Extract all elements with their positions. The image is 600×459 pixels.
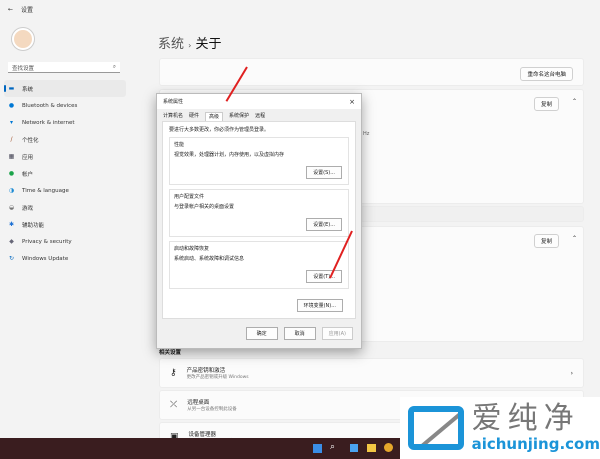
group-description: 系统启动、系统故障和调试信息: [174, 256, 245, 262]
sidebar-icon: ●: [8, 101, 15, 109]
breadcrumb: 系统 › 关于: [158, 33, 222, 52]
tab[interactable]: 高级: [205, 112, 224, 121]
related-item-subtitle: 更改产品密钥或升级 Windows: [186, 375, 249, 380]
group-title: 启动和故障恢复: [174, 246, 210, 252]
search-placeholder: 查找设置: [12, 66, 35, 72]
sidebar-item-label: Privacy & security: [22, 238, 72, 245]
breadcrumb-current: 关于: [195, 37, 222, 52]
sidebar-icon: ▦: [8, 152, 15, 160]
related-item-icon: ⤫: [170, 400, 178, 410]
sidebar-icon: ▬: [8, 84, 15, 92]
apply-button[interactable]: 应用(A): [321, 327, 353, 340]
widgets-icon[interactable]: [350, 444, 358, 452]
admin-note: 要进行大多数更改，你必须作为管理员登录。: [169, 127, 270, 133]
dialog-title: 系统属性: [163, 99, 184, 105]
group-title: 用户配置文件: [174, 194, 205, 200]
sidebar-icon: /: [10, 135, 13, 143]
related-item-title: 设备管理器: [188, 432, 217, 438]
sidebar-item[interactable]: ◒ 游戏: [4, 199, 126, 216]
window-title: 设置: [21, 6, 34, 14]
sidebar-item[interactable]: ● 帐户: [4, 165, 126, 182]
group-settings-button[interactable]: 设置(T)...: [306, 270, 342, 283]
sidebar-item-label: 帐户: [22, 171, 34, 178]
sidebar-item[interactable]: ↻ Windows Update: [4, 250, 126, 267]
start-icon[interactable]: [313, 444, 322, 453]
cancel-button[interactable]: 取消: [283, 327, 316, 340]
sidebar-icon: ◆: [9, 237, 14, 245]
sidebar-item[interactable]: / 个性化: [4, 131, 126, 148]
sidebar-item-label: 系统: [22, 86, 34, 93]
sidebar-item-label: 游戏: [22, 205, 34, 212]
tab[interactable]: 远程: [255, 112, 265, 121]
settings-group: 用户配置文件与登录帐户相关的桌面设置设置(E)...: [169, 189, 349, 237]
related-settings-heading: 相关设置: [159, 350, 182, 356]
back-icon[interactable]: ←: [8, 6, 13, 13]
group-title: 性能: [174, 142, 185, 148]
group-settings-button[interactable]: 设置(E)...: [306, 218, 342, 231]
sidebar-item-label: Time & language: [22, 187, 69, 194]
sidebar-icon: ↻: [8, 254, 15, 262]
sidebar-icon: ●: [8, 169, 15, 177]
chrome-icon[interactable]: [384, 443, 393, 452]
sidebar-item-label: 辅助功能: [22, 222, 45, 229]
watermark: 爱纯净 aichunjing.com: [400, 397, 600, 459]
sidebar-item[interactable]: ● Bluetooth & devices: [4, 97, 126, 114]
related-setting-item[interactable]: ⚷ 产品密钥和激活 更改产品密钥或升级 Windows ›: [159, 358, 584, 388]
title-bar: ← 设置: [0, 0, 600, 18]
sidebar-item[interactable]: ◑ Time & language: [4, 182, 126, 199]
sidebar-item[interactable]: ▬ 系统: [4, 80, 126, 97]
breadcrumb-parent[interactable]: 系统: [158, 37, 184, 52]
sidebar-icon: ✱: [8, 220, 15, 228]
group-settings-button[interactable]: 设置(S)...: [306, 166, 342, 179]
device-name-card: 重命名这台电脑: [159, 58, 584, 86]
copy-button[interactable]: 复制: [533, 97, 559, 111]
sidebar-item-label: 个性化: [22, 137, 39, 144]
file-explorer-icon[interactable]: [367, 444, 376, 452]
ok-button[interactable]: 确定: [245, 327, 278, 340]
group-description: 与登录帐户相关的桌面设置: [174, 204, 235, 210]
breadcrumb-separator: ›: [188, 41, 192, 50]
settings-group: 性能视觉效果，处理器计划，内存使用，以及虚拟内存设置(S)...: [169, 137, 349, 185]
tab[interactable]: 系统保护: [229, 112, 249, 121]
sidebar-item[interactable]: ◆ Privacy & security: [4, 233, 126, 250]
close-icon[interactable]: ×: [349, 98, 355, 106]
sidebar-item[interactable]: ✱ 辅助功能: [4, 216, 126, 233]
group-description: 视觉效果，处理器计划，内存使用，以及虚拟内存: [174, 152, 285, 158]
related-item-icon: ⚷: [170, 368, 177, 378]
environment-variables-button[interactable]: 环境变量(N)...: [296, 299, 343, 312]
spec-text: Hz: [363, 131, 370, 137]
system-properties-dialog: 系统属性 × 计算机名 硬件 高级 系统保护 远程 要进行大多数更改，你必须作为管理员登…: [156, 93, 362, 349]
related-item-title: 产品密钥和激活: [186, 368, 226, 374]
sidebar-icon: ◒: [8, 203, 15, 211]
sidebar-icon: ▾: [9, 118, 13, 126]
chevron-up-icon[interactable]: ⌃: [572, 235, 577, 242]
watermark-brand: 爱纯净: [471, 401, 580, 436]
tab[interactable]: 计算机名: [163, 112, 183, 121]
sidebar-item-label: Bluetooth & devices: [22, 102, 78, 109]
related-item-subtitle: 从另一台设备控制此设备: [187, 407, 237, 412]
related-item-title: 远程桌面: [187, 400, 210, 406]
watermark-url: aichunjing.com: [471, 435, 600, 453]
search-icon: ⌕: [112, 64, 116, 70]
chevron-right-icon: ›: [570, 369, 573, 377]
advanced-panel: 要进行大多数更改，你必须作为管理员登录。 性能视觉效果，处理器计划，内存使用，以…: [162, 121, 356, 319]
search-input[interactable]: 查找设置 ⌕: [8, 62, 120, 73]
copy-button[interactable]: 复制: [533, 234, 559, 248]
dialog-tabs: 计算机名 硬件 高级 系统保护 远程: [157, 109, 361, 121]
sidebar-item-label: Network & internet: [22, 119, 75, 126]
sidebar-item[interactable]: ▾ Network & internet: [4, 114, 126, 131]
sidebar-item-label: Windows Update: [22, 255, 69, 262]
sidebar: ▬ 系统 ● Bluetooth & devices ▾ Network & intern…: [4, 80, 126, 267]
settings-group: 启动和故障恢复系统启动、系统故障和调试信息设置(T)...: [169, 241, 349, 289]
tab[interactable]: 硬件: [189, 112, 199, 121]
dialog-title-bar: 系统属性 ×: [157, 94, 361, 109]
sidebar-item-label: 应用: [22, 154, 34, 161]
sidebar-icon: ◑: [8, 186, 15, 194]
sidebar-item[interactable]: ▦ 应用: [4, 148, 126, 165]
rename-pc-button[interactable]: 重命名这台电脑: [520, 67, 573, 81]
chevron-up-icon[interactable]: ⌃: [572, 98, 577, 105]
avatar[interactable]: [12, 28, 34, 50]
search-icon[interactable]: ⌕: [330, 442, 335, 452]
watermark-logo-icon: [408, 406, 464, 450]
